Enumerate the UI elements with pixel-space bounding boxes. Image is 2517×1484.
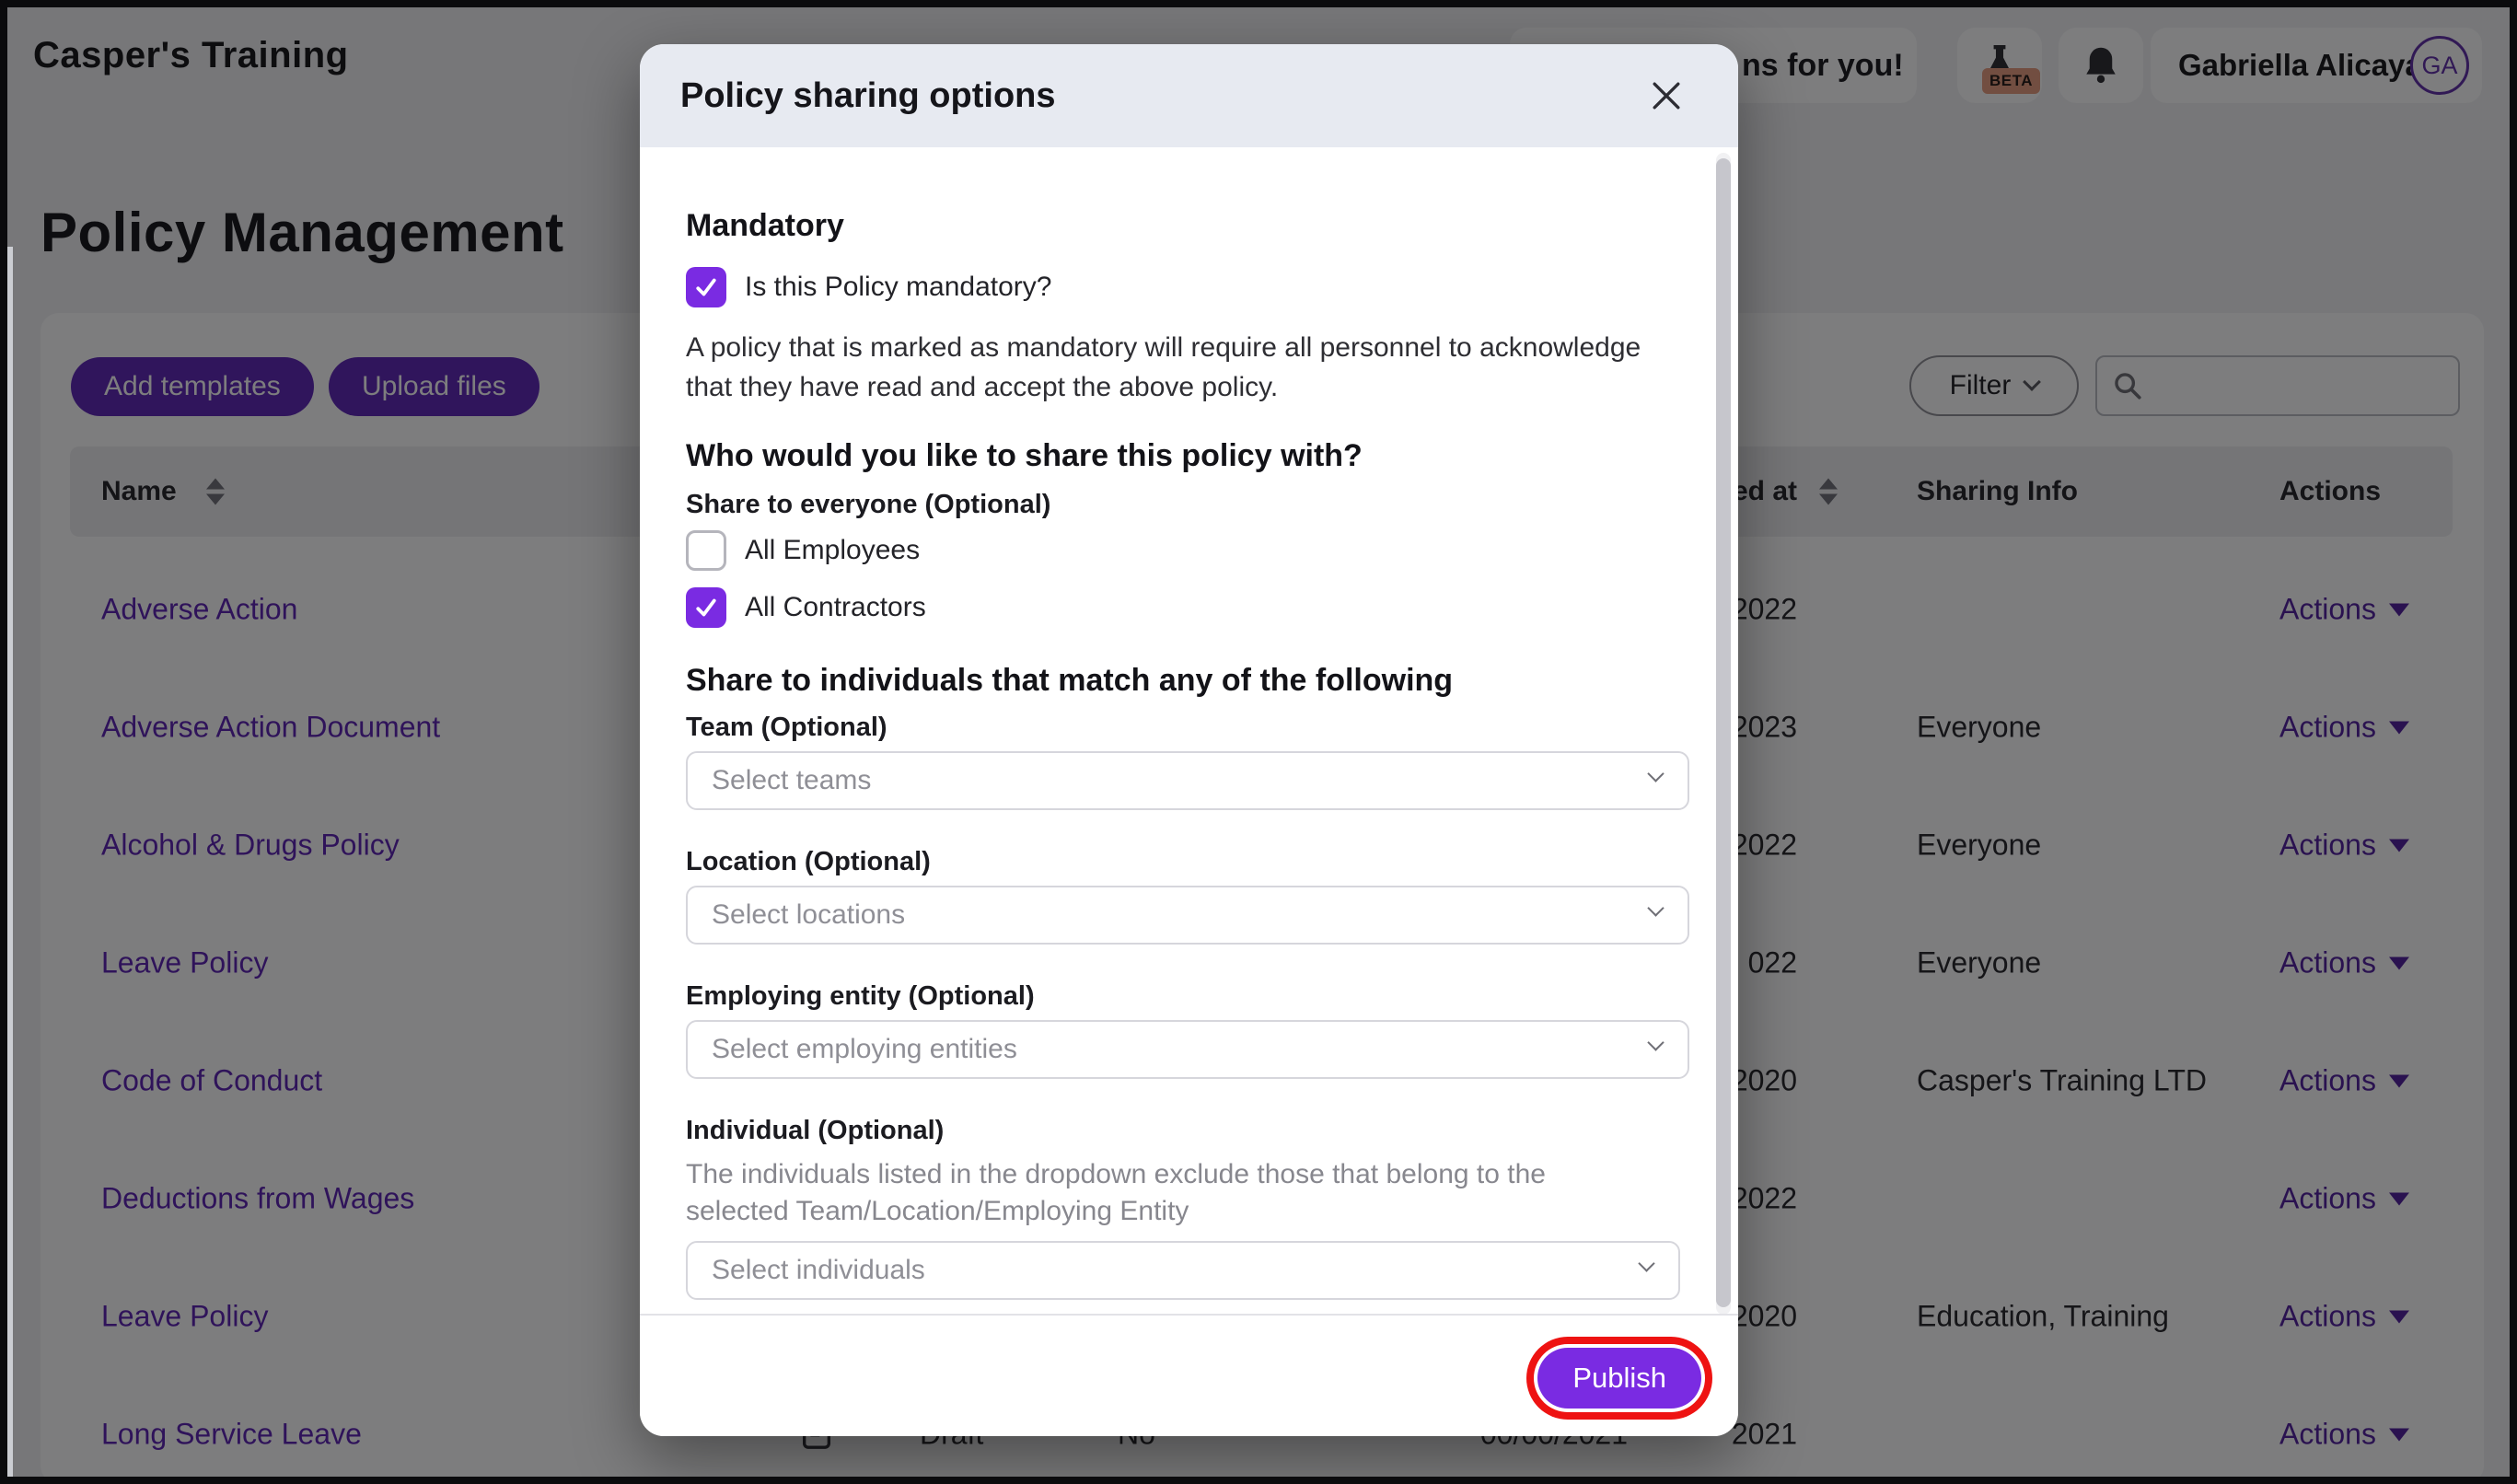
mandatory-checkbox-label: Is this Policy mandatory? xyxy=(745,272,1051,303)
individual-description: The individuals listed in the dropdown e… xyxy=(686,1156,1616,1230)
chevron-down-icon xyxy=(1638,1255,1654,1271)
modal-scrollbar-thumb[interactable] xyxy=(1716,158,1731,1307)
policy-sharing-modal: Policy sharing options Mandatory Is this… xyxy=(640,44,1738,1436)
checkbox-checked-icon[interactable] xyxy=(686,267,726,307)
all-employees-label: All Employees xyxy=(745,535,920,566)
select-teams-dropdown[interactable]: Select teams xyxy=(686,751,1689,810)
employing-entity-label: Employing entity (Optional) xyxy=(686,981,1035,1012)
close-icon[interactable] xyxy=(1646,75,1687,116)
select-teams-placeholder: Select teams xyxy=(712,753,871,808)
mandatory-description: A policy that is marked as mandatory wil… xyxy=(686,328,1680,407)
publish-button[interactable]: Publish xyxy=(1537,1348,1701,1409)
select-locations-placeholder: Select locations xyxy=(712,887,905,943)
location-label: Location (Optional) xyxy=(686,847,931,877)
modal-header: Policy sharing options xyxy=(640,44,1738,147)
chevron-down-icon xyxy=(1647,765,1664,782)
individual-label: Individual (Optional) xyxy=(686,1116,944,1146)
checkbox-checked-icon[interactable] xyxy=(686,587,726,628)
chevron-down-icon xyxy=(1647,1034,1664,1050)
select-locations-dropdown[interactable]: Select locations xyxy=(686,886,1689,945)
select-employing-entities-placeholder: Select employing entities xyxy=(712,1022,1017,1077)
share-everyone-label: Share to everyone (Optional) xyxy=(686,490,1050,520)
chevron-down-icon xyxy=(1647,899,1664,916)
policy-management-page: Casper's Training ns for you! BETA Gabri… xyxy=(0,0,2517,1484)
team-label: Team (Optional) xyxy=(686,713,887,743)
mandatory-heading: Mandatory xyxy=(686,208,844,244)
all-contractors-checkbox-row[interactable]: All Contractors xyxy=(686,585,926,630)
mandatory-checkbox-row[interactable]: Is this Policy mandatory? xyxy=(686,265,1051,309)
window-edge xyxy=(7,247,13,1477)
checkbox-unchecked-icon[interactable] xyxy=(686,530,726,571)
all-employees-checkbox-row[interactable]: All Employees xyxy=(686,528,920,573)
individuals-heading: Share to individuals that match any of t… xyxy=(686,663,1453,699)
modal-title: Policy sharing options xyxy=(680,44,1056,147)
modal-footer: Publish xyxy=(640,1314,1738,1436)
select-individuals-placeholder: Select individuals xyxy=(712,1243,925,1298)
share-heading: Who would you like to share this policy … xyxy=(686,438,1363,474)
all-contractors-label: All Contractors xyxy=(745,592,926,623)
select-employing-entities-dropdown[interactable]: Select employing entities xyxy=(686,1020,1689,1079)
select-individuals-dropdown[interactable]: Select individuals xyxy=(686,1241,1680,1300)
